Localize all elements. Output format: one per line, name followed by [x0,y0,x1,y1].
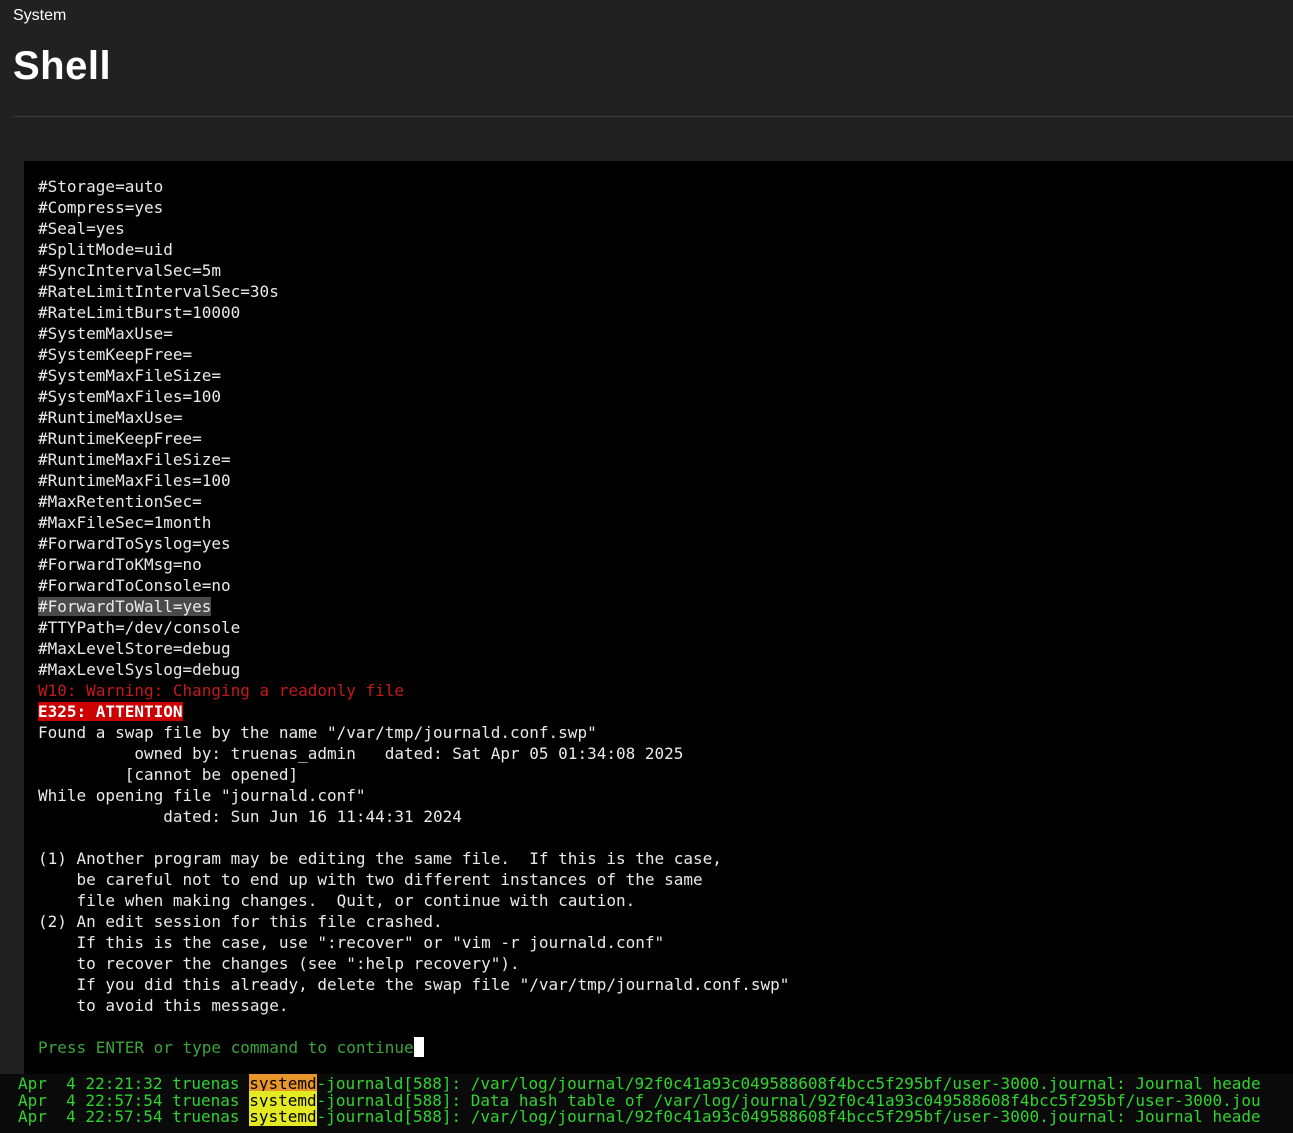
terminal-line-text: [cannot be opened] [38,765,299,784]
terminal-line-text: #RuntimeMaxUse= [38,408,183,427]
terminal-line: #SystemMaxFiles=100 [38,386,789,407]
terminal-line-text: #MaxFileSec=1month [38,513,212,532]
log-line: Apr 4 22:57:54 truenas systemd-journald[… [18,1107,1261,1126]
terminal-line: #Compress=yes [38,197,789,218]
terminal-line-text: #SystemMaxUse= [38,324,173,343]
terminal-line: dated: Sun Jun 16 11:44:31 2024 [38,806,789,827]
terminal-prompt-line: Press ENTER or type command to continue [38,1037,789,1058]
terminal-line-text: #ForwardToSyslog=yes [38,534,231,553]
terminal-line-text: #ForwardToKMsg=no [38,555,202,574]
breadcrumb[interactable]: System [13,7,66,25]
terminal-line-text: #MaxRetentionSec= [38,492,202,511]
header-divider [13,116,1293,117]
terminal-line-text: owned by: truenas_admin dated: Sat Apr 0… [38,744,684,763]
terminal-line-text: to recover the changes (see ":help recov… [38,954,520,973]
terminal-line: W10: Warning: Changing a readonly file [38,680,789,701]
terminal-line-text: E325: ATTENTION [38,702,183,721]
terminal-line-text: #RateLimitBurst=10000 [38,303,241,322]
terminal-line: #MaxRetentionSec= [38,491,789,512]
log-line-highlight: systemd [249,1107,317,1126]
terminal-line-text: #SystemMaxFiles=100 [38,387,222,406]
terminal-line: #TTYPath=/dev/console [38,617,789,638]
log-line-suffix: -journald[588]: /var/log/journal/92f0c41… [316,1107,1261,1126]
terminal-line-text: #RuntimeMaxFileSize= [38,450,231,469]
terminal-line: #MaxLevelStore=debug [38,638,789,659]
terminal-line: be careful not to end up with two differ… [38,869,789,890]
terminal-line-text: While opening file "journald.conf" [38,786,366,805]
terminal-line: #SystemKeepFree= [38,344,789,365]
terminal-line: If you did this already, delete the swap… [38,974,790,995]
terminal-line-text: dated: Sun Jun 16 11:44:31 2024 [38,807,462,826]
terminal-line-text: be careful not to end up with two differ… [38,870,703,889]
terminal-line: #RateLimitBurst=10000 [38,302,789,323]
shell-page: System Shell #Storage=auto #Compress=yes #… [0,0,1293,1133]
terminal-line-text: #SystemMaxFileSize= [38,366,222,385]
terminal-line-text: #Compress=yes [38,198,164,217]
terminal-line-text: #Seal=yes [38,219,125,238]
terminal-line: #ForwardToSyslog=yes [38,533,789,554]
terminal-line-text: (1) Another program may be editing the s… [38,849,722,868]
terminal-line-text: to avoid this message. [38,996,289,1015]
terminal-line: [cannot be opened] [38,764,789,785]
terminal-line: owned by: truenas_admin dated: Sat Apr 0… [38,743,789,764]
terminal-line: If this is the case, use ":recover" or "… [38,932,789,953]
terminal-line: #RuntimeMaxFiles=100 [38,470,789,491]
terminal-line: #Storage=auto [38,176,789,197]
terminal-line: #MaxFileSec=1month [38,512,789,533]
terminal-line-text: If you did this already, delete the swap… [38,975,790,994]
terminal-line: (1) Another program may be editing the s… [38,848,789,869]
terminal-line-text: If this is the case, use ":recover" or "… [38,933,665,952]
terminal-line-text: #SyncIntervalSec=5m [38,261,222,280]
terminal-line: #SyncIntervalSec=5m [38,260,789,281]
terminal-line: #RuntimeMaxFileSize= [38,449,789,470]
terminal-line: #SystemMaxFileSize= [38,365,789,386]
terminal-line-text: #SplitMode=uid [38,240,173,259]
terminal-line: #RuntimeMaxUse= [38,407,789,428]
terminal-line: #RuntimeKeepFree= [38,428,789,449]
terminal-line: to avoid this message. [38,995,789,1016]
terminal-line-text: file when making changes. Quit, or conti… [38,891,636,910]
terminal-line: E325: ATTENTION [38,701,789,722]
console-log-panel: Apr 4 22:21:32 truenas systemd-journald[… [0,1074,1293,1133]
terminal-line-text: #RateLimitIntervalSec=30s [38,282,279,301]
terminal-line-text: #ForwardToConsole=no [38,576,231,595]
terminal-line: #MaxLevelSyslog=debug [38,659,789,680]
terminal-line-text: Press ENTER or type command to continue [38,1038,414,1057]
terminal-line: Found a swap file by the name "/var/tmp/… [38,722,789,743]
log-line-prefix: Apr 4 22:57:54 truenas [18,1107,250,1126]
console-log-output: Apr 4 22:21:32 truenas systemd-journald[… [18,1074,1261,1126]
terminal-line-text: #RuntimeMaxFiles=100 [38,471,231,490]
terminal-line-text: #RuntimeKeepFree= [38,429,202,448]
terminal-line: #Seal=yes [38,218,789,239]
terminal-window[interactable]: #Storage=auto #Compress=yes #Seal=yes #Spli… [24,161,1293,1074]
terminal-line: #SystemMaxUse= [38,323,789,344]
terminal-line-text: #TTYPath=/dev/console [38,618,241,637]
terminal-line: to recover the changes (see ":help recov… [38,953,789,974]
terminal-line-text: #Storage=auto [38,177,164,196]
terminal-line-text: #MaxLevelSyslog=debug [38,660,241,679]
terminal-line-text: #MaxLevelStore=debug [38,639,231,658]
terminal-line-text: Found a swap file by the name "/var/tmp/… [38,723,597,742]
terminal-line-text: #ForwardToWall=yes [38,597,212,616]
terminal-output[interactable]: #Storage=auto #Compress=yes #Seal=yes #Spli… [38,176,789,1058]
terminal-line: #ForwardToConsole=no [38,575,789,596]
terminal-line-text: #SystemKeepFree= [38,345,193,364]
terminal-line: #ForwardToKMsg=no [38,554,789,575]
terminal-line-text: W10: Warning: Changing a readonly file [38,681,405,700]
terminal-line: #ForwardToWall=yes [38,596,789,617]
terminal-line: #SplitMode=uid [38,239,789,260]
terminal-line: file when making changes. Quit, or conti… [38,890,789,911]
terminal-line: (2) An edit session for this file crashe… [38,911,789,932]
terminal-line-text: (2) An edit session for this file crashe… [38,912,443,931]
terminal-cursor [413,1037,424,1057]
terminal-line: While opening file "journald.conf" [38,785,789,806]
terminal-line: #RateLimitIntervalSec=30s [38,281,789,302]
page-title: Shell [13,44,112,88]
